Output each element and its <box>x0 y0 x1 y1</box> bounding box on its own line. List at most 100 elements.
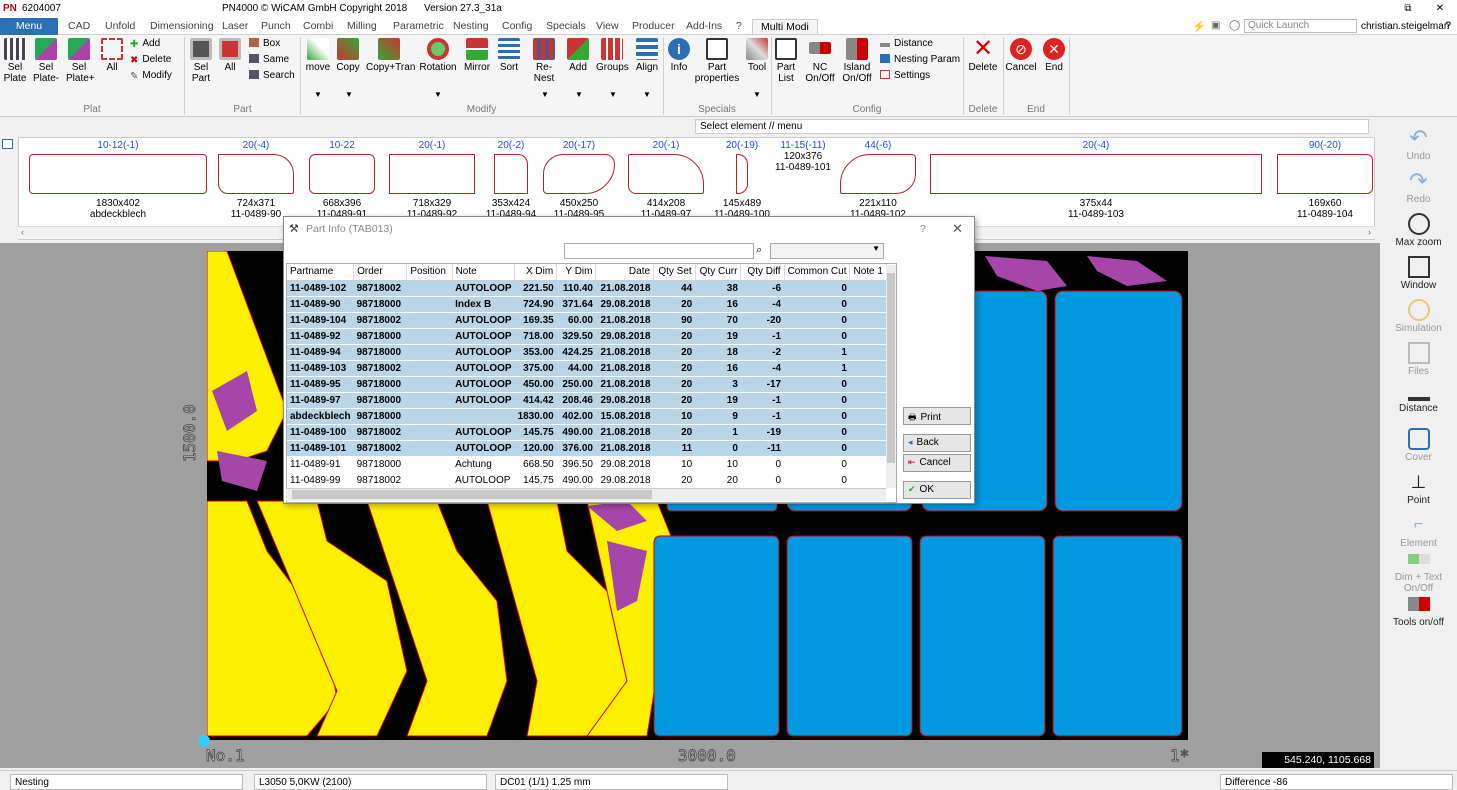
chevron-down-icon[interactable]: ▼ <box>575 90 583 99</box>
delete-button[interactable]: ✕ Delete <box>967 37 999 74</box>
quick-launch-input[interactable]: Quick Launch <box>1244 19 1357 33</box>
align-button[interactable]: Align <box>633 38 661 73</box>
ok-button[interactable]: ✔ OK <box>903 481 971 499</box>
table-row[interactable]: 11-0489-99 98718002 AUTOLOOP 145.75 490.00 29… <box>287 472 887 488</box>
part-thumbnail[interactable]: 20(-4) 375x44 11-0489-103 <box>929 140 1263 220</box>
chevron-down-icon[interactable]: ▼ <box>434 90 442 99</box>
scroll-thumb[interactable] <box>887 273 895 463</box>
tab-specials[interactable]: Specials <box>546 19 586 34</box>
tab-combi[interactable]: Combi <box>303 19 333 34</box>
tab-dimensioning[interactable]: Dimensioning <box>150 19 214 34</box>
settings-button[interactable]: Settings <box>880 70 930 81</box>
scroll-left-icon[interactable]: ‹ <box>21 227 24 237</box>
tab-nesting[interactable]: Nesting <box>453 19 489 34</box>
nc-toggle-button[interactable]: NC On/Off <box>803 38 837 84</box>
table-row[interactable]: 11-0489-102 98718002 AUTOLOOP 221.50 110.40 2… <box>287 280 887 296</box>
part-thumbnail[interactable]: 20(-2) 353x424 11-0489-94 <box>481 140 541 220</box>
part-thumbnail[interactable]: 20(-4) 724x371 11-0489-90 <box>215 140 297 220</box>
table-horizontal-scrollbar[interactable] <box>286 488 886 501</box>
col-date[interactable]: Date <box>595 264 655 281</box>
col-position[interactable]: Position <box>406 264 453 281</box>
groups-button[interactable]: Groups <box>596 38 629 73</box>
chevron-down-icon[interactable]: ▼ <box>753 90 761 99</box>
scroll-thumb[interactable] <box>292 490 652 499</box>
tab-multi-modi[interactable]: Multi Modi <box>752 19 818 34</box>
col-note[interactable]: Note <box>452 264 516 281</box>
lightning-icon[interactable]: ⚡ <box>1192 20 1206 33</box>
tab-unfold[interactable]: Unfold <box>105 19 135 34</box>
sel-plate-plus-button[interactable]: Sel Plate+ <box>66 38 95 84</box>
table-row[interactable]: 11-0489-94 98718000 AUTOLOOP 353.00 424.25 21… <box>287 344 887 360</box>
distance-tool-button[interactable]: Distance <box>1380 385 1457 414</box>
restore-icon[interactable]: ⧉ <box>1398 3 1418 14</box>
plat-all-button[interactable]: All <box>100 38 124 73</box>
dim-text-toggle-button[interactable]: Dim + Text On/Off <box>1380 554 1457 594</box>
table-row[interactable]: 11-0489-95 98718000 AUTOLOOP 450.00 250.00 21… <box>287 376 887 392</box>
part-thumbnail[interactable]: 10-12(-1) 1830x402 abdeckblech <box>24 140 212 220</box>
part-thumbnail[interactable]: 20(-19) 145x489 11-0489-100 <box>713 140 771 220</box>
col-common-cut[interactable]: Common Cut <box>784 264 851 281</box>
mirror-button[interactable]: Mirror <box>462 38 492 73</box>
part-same-button[interactable]: Same <box>249 54 289 65</box>
tab-punch[interactable]: Punch <box>261 19 291 34</box>
tab-add-ins[interactable]: Add-Ins <box>686 19 722 34</box>
col-order[interactable]: Order <box>353 264 408 281</box>
plat-delete-button[interactable]: ✖ Delete <box>130 54 171 66</box>
tab-menu[interactable]: Menu <box>0 18 58 35</box>
tool-button[interactable]: Tool <box>744 38 770 73</box>
rotation-button[interactable]: Rotation <box>418 38 458 73</box>
help-icon[interactable]: ? <box>1445 20 1451 32</box>
part-list-button[interactable]: Part List <box>773 38 799 84</box>
window-zoom-button[interactable]: Window <box>1380 256 1457 291</box>
end-button[interactable]: ✕ End <box>1040 38 1068 73</box>
part-thumbnail[interactable]: 20(-1) 414x208 11-0489-97 <box>625 140 707 220</box>
table-row[interactable]: 11-0489-100 98718002 AUTOLOOP 145.75 490.00 2… <box>287 424 887 440</box>
dialog-titlebar[interactable]: ⚒ Part Info (TAB013) ? ✕ <box>284 217 974 239</box>
tools-toggle-button[interactable]: Tools on/off <box>1380 597 1457 628</box>
window-icon[interactable]: ▣ <box>1211 20 1220 31</box>
move-button[interactable]: move <box>303 38 333 73</box>
filter-input[interactable] <box>564 243 754 259</box>
close-icon[interactable]: ✕ <box>952 221 963 237</box>
part-thumbnail[interactable]: 11-15(-11) 120x376 11-0489-101 <box>775 140 831 173</box>
copy-button[interactable]: Copy <box>335 38 361 73</box>
files-button[interactable]: Files <box>1380 342 1457 377</box>
nesting-param-button[interactable]: Nesting Param <box>880 54 960 65</box>
close-icon[interactable]: ✕ <box>1430 3 1450 14</box>
part-search-button[interactable]: Search <box>249 70 295 81</box>
user-name[interactable]: christian.steigelman <box>1361 21 1449 32</box>
table-row[interactable]: 11-0489-91 98718000 Achtung 668.50 396.50 29.… <box>287 456 887 472</box>
part-thumbnail[interactable]: 20(-1) 718x329 11-0489-92 <box>386 140 478 220</box>
chevron-down-icon[interactable]: ▼ <box>609 90 617 99</box>
simulation-button[interactable]: Simulation <box>1380 299 1457 334</box>
chevron-down-icon[interactable]: ▼ <box>541 90 549 99</box>
sel-part-button[interactable]: Sel Part <box>188 38 214 84</box>
dialog-help-button[interactable]: ? <box>920 223 926 235</box>
part-box-button[interactable]: Box <box>249 38 280 49</box>
col-note-1[interactable]: Note 1 <box>849 264 887 281</box>
back-button[interactable]: ◂ Back <box>903 434 971 452</box>
chevron-down-icon[interactable]: ▼ <box>314 90 322 99</box>
table-row[interactable]: abdeckblech 98718000 1830.00 402.00 15.08.20… <box>287 408 887 424</box>
table-row[interactable]: 11-0489-97 98718000 AUTOLOOP 414.42 208.46 29… <box>287 392 887 408</box>
tab-view[interactable]: View <box>596 19 619 34</box>
tab-parametric[interactable]: Parametric <box>393 19 444 34</box>
print-button[interactable]: 🖶 Print <box>903 407 971 425</box>
table-row[interactable]: 11-0489-90 98718000 Index B 724.90 371.64 29.… <box>287 296 887 312</box>
tab-help[interactable]: ? <box>736 19 742 34</box>
search-icon[interactable]: ⌕ <box>756 244 762 257</box>
col-qty-set[interactable]: Qty Set <box>653 264 696 281</box>
cancel-ribbon-button[interactable]: ⊘ Cancel <box>1005 38 1037 73</box>
copy-tran-button[interactable]: Copy+Tran <box>366 38 415 73</box>
tab-producer[interactable]: Producer <box>632 19 675 34</box>
tab-config[interactable]: Config <box>502 19 532 34</box>
part-properties-button[interactable]: Part properties <box>694 38 740 84</box>
plat-modify-button[interactable]: ✎ Modify <box>130 70 172 82</box>
redo-button[interactable]: ↷ Redo <box>1380 170 1457 206</box>
table-vertical-scrollbar[interactable] <box>886 265 896 488</box>
col-y-dim[interactable]: Y Dim <box>556 264 597 281</box>
table-row[interactable]: 11-0489-101 98718002 AUTOLOOP 120.00 376.00 2… <box>287 440 887 456</box>
sort-button[interactable]: Sort <box>496 38 522 73</box>
tab-milling[interactable]: Milling <box>347 19 377 34</box>
chevron-down-icon[interactable]: ▼ <box>643 90 651 99</box>
